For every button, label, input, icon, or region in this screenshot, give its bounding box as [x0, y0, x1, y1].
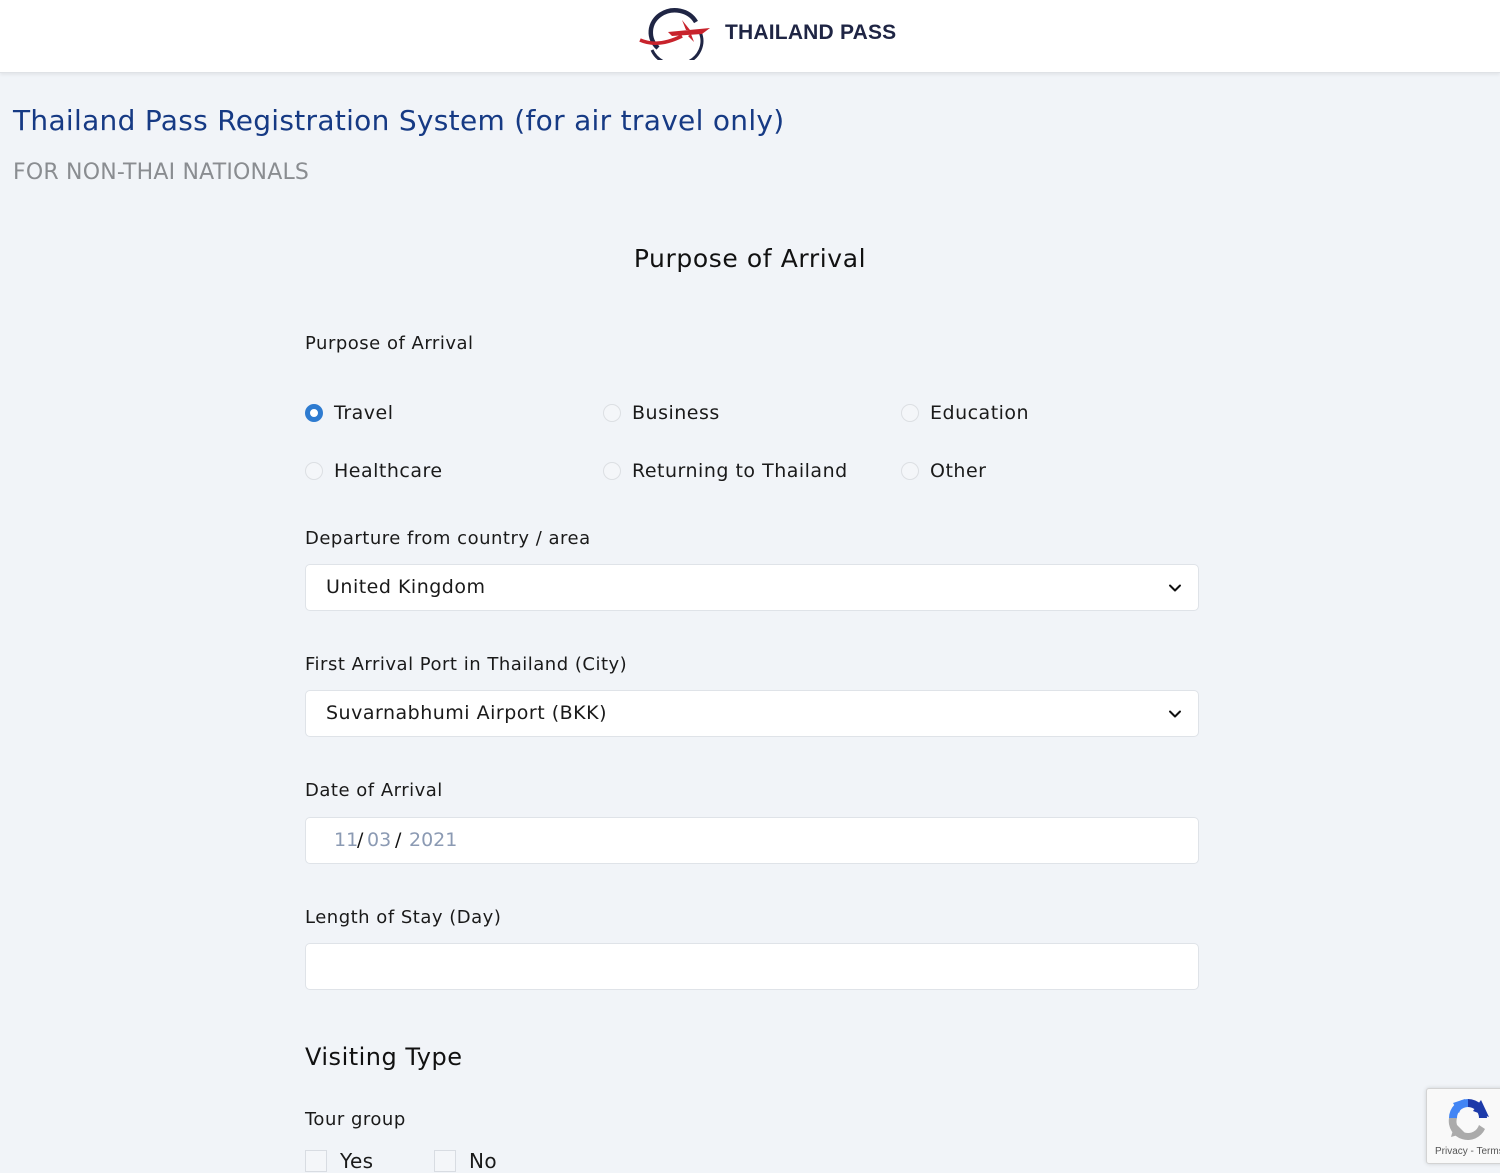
- radio-education[interactable]: Education: [901, 402, 1029, 424]
- recaptcha-badge[interactable]: Privacy - Terms: [1426, 1088, 1500, 1164]
- radio-unchecked-icon: [603, 462, 621, 480]
- radio-unchecked-icon: [901, 462, 919, 480]
- checkbox-icon: [434, 1150, 456, 1172]
- recaptcha-icon: [1448, 1099, 1489, 1141]
- top-header: THAILAND PASS: [0, 0, 1500, 73]
- checkbox-icon: [305, 1150, 327, 1172]
- tour-group-label: Tour group: [305, 1109, 406, 1130]
- page-subtitle: FOR NON-THAI NATIONALS: [13, 160, 310, 185]
- radio-other[interactable]: Other: [901, 460, 986, 482]
- date-day[interactable]: 11: [334, 829, 358, 851]
- radio-checked-icon: [305, 404, 323, 422]
- radio-label: Business: [632, 402, 720, 424]
- recaptcha-links[interactable]: Privacy - Terms: [1435, 1146, 1500, 1157]
- date-of-arrival-input[interactable]: 11 / 03 / 2021: [305, 817, 1199, 864]
- date-separator: /: [357, 829, 364, 851]
- radio-travel[interactable]: Travel: [305, 402, 393, 424]
- radio-unchecked-icon: [901, 404, 919, 422]
- arrival-port-select[interactable]: Suvarnabhumi Airport (BKK): [305, 690, 1199, 737]
- radio-business[interactable]: Business: [603, 402, 720, 424]
- radio-label: Education: [930, 402, 1030, 424]
- radio-unchecked-icon: [305, 462, 323, 480]
- brand-name: THAILAND PASS: [725, 21, 897, 44]
- length-of-stay-label: Length of Stay (Day): [305, 907, 502, 928]
- chevron-down-icon: [1169, 710, 1181, 718]
- checkbox-tour-group-no[interactable]: No: [434, 1149, 497, 1173]
- thailand-pass-logo-icon: [639, 8, 710, 60]
- radio-label: Other: [930, 460, 987, 482]
- checkbox-tour-group-yes[interactable]: Yes: [305, 1149, 374, 1173]
- radio-label: Travel: [334, 402, 394, 424]
- departure-label: Departure from country / area: [305, 528, 591, 549]
- purpose-label: Purpose of Arrival: [305, 333, 474, 354]
- departure-select[interactable]: United Kingdom: [305, 564, 1199, 611]
- radio-unchecked-icon: [603, 404, 621, 422]
- date-separator: /: [395, 829, 402, 851]
- section-title: Purpose of Arrival: [633, 244, 867, 273]
- radio-label: Healthcare: [334, 460, 443, 482]
- date-of-arrival-label: Date of Arrival: [305, 780, 443, 801]
- radio-label: Returning to Thailand: [632, 460, 848, 482]
- checkbox-label: Yes: [340, 1149, 374, 1173]
- date-month[interactable]: 03: [367, 829, 391, 851]
- page-title: Thailand Pass Registration System (for a…: [13, 104, 785, 137]
- chevron-down-icon: [1169, 584, 1181, 592]
- radio-returning-to-thailand[interactable]: Returning to Thailand: [603, 460, 848, 482]
- radio-healthcare[interactable]: Healthcare: [305, 460, 443, 482]
- arrival-port-value: Suvarnabhumi Airport (BKK): [326, 702, 607, 724]
- departure-value: United Kingdom: [326, 576, 486, 598]
- checkbox-label: No: [469, 1149, 497, 1173]
- visiting-type-heading: Visiting Type: [305, 1043, 463, 1071]
- length-of-stay-input[interactable]: [305, 943, 1199, 990]
- date-year[interactable]: 2021: [409, 829, 457, 851]
- arrival-port-label: First Arrival Port in Thailand (City): [305, 654, 628, 675]
